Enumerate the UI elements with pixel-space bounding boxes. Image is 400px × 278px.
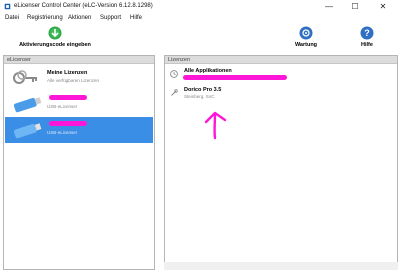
list-item-all-applications[interactable]: Alle Applikationen	[166, 65, 397, 83]
menu-aktionen[interactable]: Aktionen	[68, 15, 91, 21]
elicenser-panel: eLicenser Meine Lizenzen Alle verfügbare…	[3, 55, 155, 270]
maximize-button[interactable]: ☐	[342, 0, 368, 13]
maintenance-label: Wartung	[294, 42, 318, 48]
usb-elicenser-1-subtitle: USB-eLicenser	[47, 104, 78, 109]
app-icon	[4, 3, 11, 10]
licenses-panel-header: Lizenzen	[165, 56, 397, 64]
license-key-icon	[171, 89, 178, 96]
redaction-scribble	[49, 95, 87, 100]
maintenance-icon	[299, 26, 313, 40]
keys-icon	[13, 70, 37, 84]
close-button[interactable]: ✕	[370, 0, 396, 13]
menu-hilfe[interactable]: Hilfe	[130, 15, 142, 21]
help-label: Hilfe	[361, 42, 373, 48]
elicenser-header-label: eLicenser	[7, 57, 31, 63]
title-bar[interactable]: eLicenser Control Center (eLC-Version 6.…	[0, 0, 400, 13]
redaction-scribble	[183, 75, 287, 80]
clock-icon	[170, 70, 178, 78]
list-item-usb-elicenser-2[interactable]: USB-eLicenser	[5, 117, 153, 143]
list-item-usb-elicenser-1[interactable]: USB-eLicenser	[5, 91, 153, 117]
help-icon: ?	[360, 26, 374, 40]
menu-registrierung[interactable]: Registrierung	[27, 15, 63, 21]
dorico-pro-title: Dorico Pro 3.5	[184, 87, 222, 93]
usb-elicenser-2-subtitle: USB-eLicenser	[47, 130, 78, 135]
usb-stick-icon	[13, 97, 42, 113]
elicenser-panel-header: eLicenser	[4, 56, 154, 64]
licenses-header-label: Lizenzen	[168, 57, 191, 63]
maintenance-button[interactable]: Wartung	[286, 26, 326, 52]
menu-bar: Datei Registrierung Aktionen Support Hil…	[0, 14, 400, 24]
redaction-scribble	[49, 121, 87, 126]
activate-code-button[interactable]: Aktivierungscode eingeben	[10, 26, 100, 52]
help-button[interactable]: ? Hilfe	[350, 26, 384, 52]
svg-text:?: ?	[364, 28, 370, 38]
all-applications-title: Alle Applikationen	[184, 68, 232, 74]
annotation-arrow	[204, 111, 227, 140]
horizontal-scrollbar[interactable]	[164, 262, 398, 270]
list-item-my-licenses[interactable]: Meine Lizenzen Alle verfügbaren Lizenzen	[5, 65, 153, 91]
list-item-dorico-pro[interactable]: Dorico Pro 3.5 Steinberg, SoC	[166, 84, 397, 102]
minimize-button[interactable]: —	[316, 0, 342, 13]
menu-datei[interactable]: Datei	[5, 15, 19, 21]
activate-icon	[48, 26, 62, 40]
usb-stick-icon	[13, 123, 42, 139]
my-licenses-subtitle: Alle verfügbaren Lizenzen	[47, 78, 100, 83]
licenses-panel: Lizenzen Alle Applikationen Dorico Pro 3…	[164, 55, 398, 270]
window-title: eLicenser Control Center (eLC-Version 6.…	[14, 3, 153, 9]
dorico-pro-subtitle: Steinberg, SoC	[184, 94, 215, 99]
activate-code-label: Aktivierungscode eingeben	[19, 42, 91, 48]
my-licenses-title: Meine Lizenzen	[47, 70, 88, 76]
menu-support[interactable]: Support	[100, 15, 121, 21]
